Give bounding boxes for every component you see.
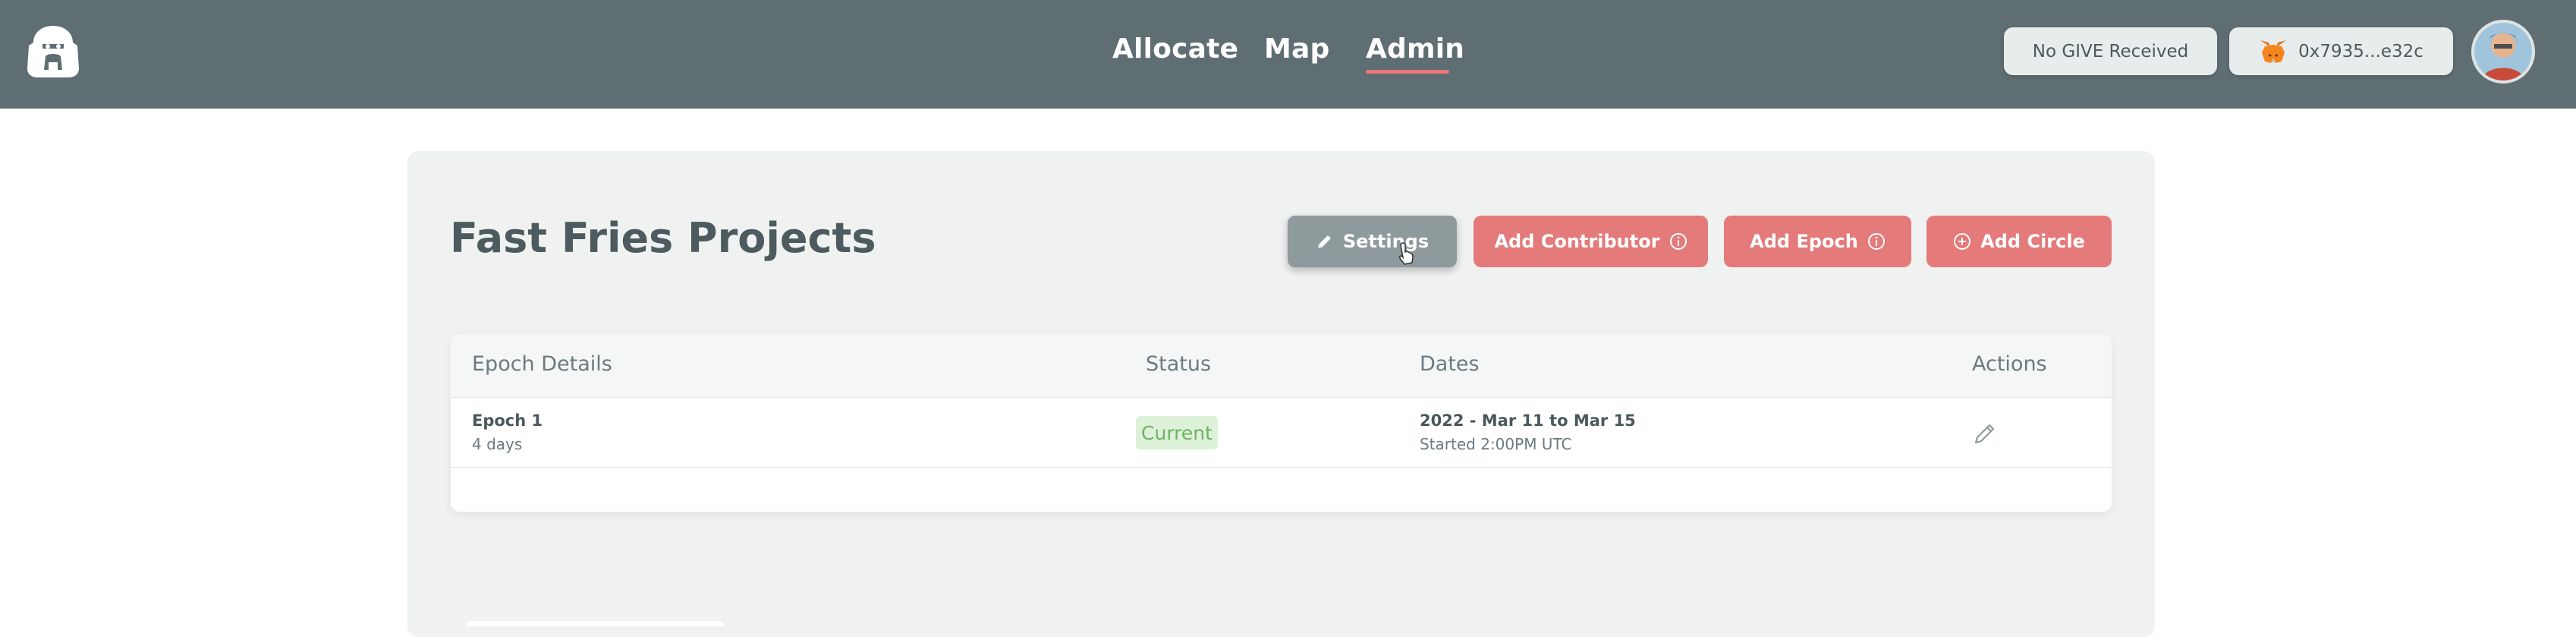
epoch-duration: 4 days bbox=[472, 435, 523, 453]
column-header-dates: Dates bbox=[1420, 352, 1480, 376]
settings-label: Settings bbox=[1342, 231, 1430, 252]
info-icon[interactable] bbox=[1669, 232, 1687, 251]
plus-circle-icon bbox=[1954, 233, 1971, 250]
status-badge: Current bbox=[1136, 416, 1218, 449]
epochs-table: Epoch Details Status Dates Actions Epoch… bbox=[451, 334, 2112, 512]
page-title: Fast Fries Projects bbox=[450, 214, 876, 262]
add-circle-label: Add Circle bbox=[1980, 231, 2085, 252]
avatar-image bbox=[2474, 23, 2532, 80]
settings-button[interactable]: Settings bbox=[1288, 216, 1457, 267]
pencil-icon bbox=[1317, 235, 1331, 248]
next-section-tab bbox=[466, 621, 724, 626]
add-circle-button[interactable]: Add Circle bbox=[1926, 216, 2112, 267]
active-nav-indicator bbox=[1366, 70, 1449, 74]
epoch-start-time: Started 2:00PM UTC bbox=[1420, 435, 1572, 453]
table-header: Epoch Details Status Dates Actions bbox=[451, 334, 2112, 398]
edit-pencil-icon[interactable] bbox=[1972, 421, 1998, 446]
info-icon[interactable] bbox=[1867, 232, 1886, 251]
wallet-button[interactable]: 0x7935...e32c bbox=[2229, 27, 2453, 75]
nav-item-admin[interactable]: Admin bbox=[1366, 33, 1464, 65]
add-contributor-button[interactable]: Add Contributor bbox=[1474, 216, 1708, 267]
add-contributor-label: Add Contributor bbox=[1494, 231, 1660, 252]
epoch-date-range: 2022 - Mar 11 to Mar 15 bbox=[1420, 412, 1636, 430]
wallet-address: 0x7935...e32c bbox=[2298, 41, 2423, 61]
add-epoch-label: Add Epoch bbox=[1750, 231, 1858, 252]
column-header-status: Status bbox=[1146, 352, 1212, 376]
mouse-cursor-icon bbox=[1398, 242, 1414, 265]
table-row: Epoch 1 4 days Current 2022 - Mar 11 to … bbox=[451, 398, 2112, 468]
nav-item-map[interactable]: Map bbox=[1264, 33, 1330, 65]
column-header-epoch-details: Epoch Details bbox=[472, 352, 612, 376]
give-status-label: No GIVE Received bbox=[2032, 41, 2189, 61]
top-navigation-bar: Allocate Map Admin No GIVE Received 0x79… bbox=[0, 0, 2576, 109]
column-header-actions: Actions bbox=[1972, 352, 2047, 376]
nav-item-allocate[interactable]: Allocate bbox=[1112, 33, 1238, 65]
add-epoch-button[interactable]: Add Epoch bbox=[1724, 216, 1911, 267]
give-status-button[interactable]: No GIVE Received bbox=[2004, 27, 2217, 75]
user-avatar[interactable] bbox=[2471, 20, 2535, 84]
epoch-name: Epoch 1 bbox=[472, 412, 543, 430]
metamask-fox-icon bbox=[2260, 39, 2287, 63]
